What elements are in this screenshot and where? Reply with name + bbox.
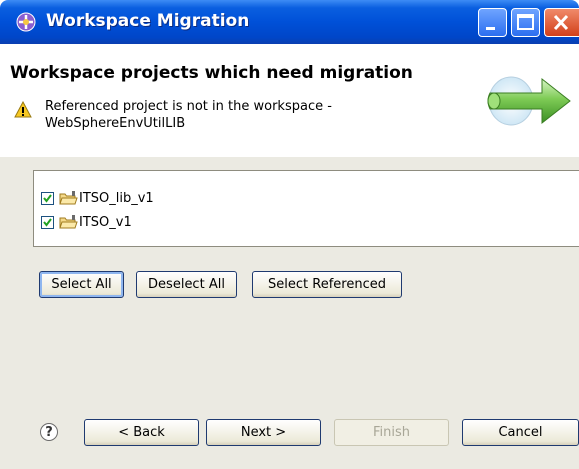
project-tree[interactable]: ITSO_lib_v1 ITSO_v1: [33, 170, 579, 247]
maximize-icon: [517, 14, 534, 30]
next-button[interactable]: Next >: [206, 419, 321, 446]
warning-line-2: WebSphereEnvUtilLIB: [45, 116, 186, 131]
project-2-checkbox[interactable]: [41, 215, 54, 229]
maximize-button[interactable]: [511, 8, 540, 37]
checkmark-icon: [43, 193, 52, 203]
header-banner: Workspace projects which need migration …: [0, 44, 579, 201]
tree-item-project-2[interactable]: ITSO_v1: [41, 212, 132, 232]
title-bar[interactable]: Workspace Migration: [0, 0, 579, 44]
window-title: Workspace Migration: [46, 11, 250, 31]
page-title: Workspace projects which need migration: [10, 63, 413, 83]
project-1-label: ITSO_lib_v1: [79, 190, 154, 206]
project-2-label: ITSO_v1: [79, 214, 132, 230]
close-icon: [553, 14, 569, 31]
project-1-checkbox[interactable]: [41, 191, 54, 205]
back-button[interactable]: < Back: [84, 419, 199, 446]
checkmark-icon: [43, 217, 52, 227]
close-button[interactable]: [544, 8, 579, 37]
project-folder-icon: [59, 190, 78, 204]
select-all-button[interactable]: Select All: [39, 271, 124, 298]
dialog-body: ITSO_lib_v1 ITSO_v1 Select All Deselect …: [0, 157, 579, 469]
warning-line-1: Referenced project is not in the workspa…: [45, 99, 332, 114]
finish-button[interactable]: Finish: [334, 419, 449, 446]
deselect-all-button[interactable]: Deselect All: [136, 271, 237, 298]
tree-item-project-1[interactable]: ITSO_lib_v1: [41, 188, 154, 208]
help-icon[interactable]: ?: [40, 423, 58, 441]
cancel-button[interactable]: Cancel: [462, 419, 579, 446]
green-arrow-icon: [487, 76, 571, 126]
select-referenced-button[interactable]: Select Referenced: [252, 271, 402, 298]
warning-icon: [14, 101, 32, 118]
warning-message: Referenced project is not in the workspa…: [45, 98, 332, 132]
project-folder-icon: [59, 214, 78, 228]
eclipse-migration-icon: [16, 12, 36, 32]
minimize-icon: [486, 27, 495, 30]
minimize-button[interactable]: [478, 8, 507, 37]
